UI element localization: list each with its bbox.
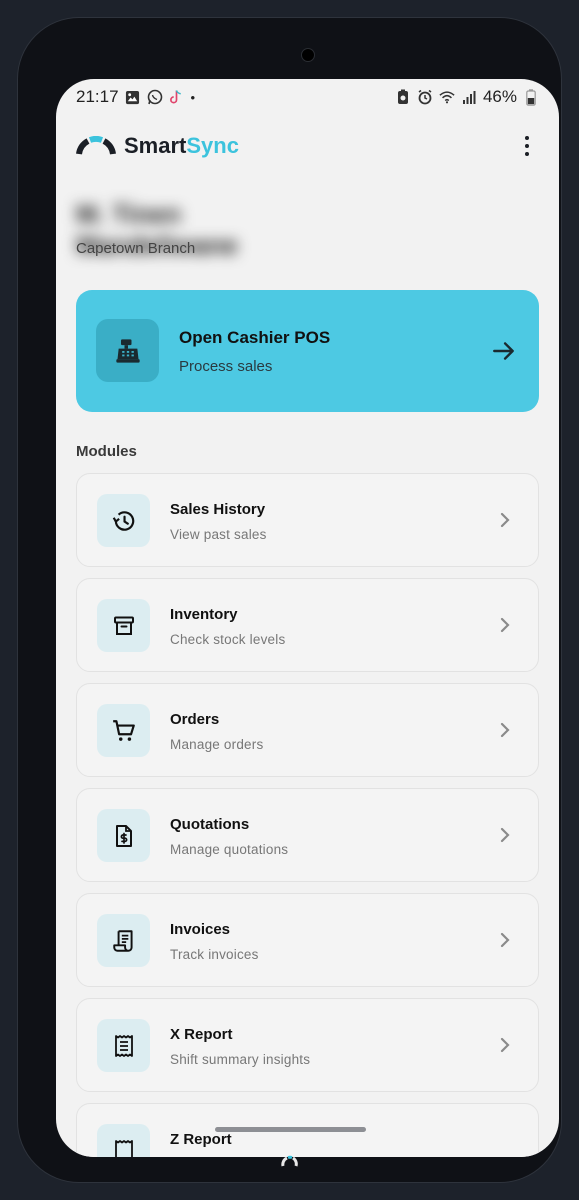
module-title: Inventory <box>170 606 238 623</box>
chevron-right-icon <box>500 827 510 843</box>
app-screen: 21:17 • 46% SmartSync M. Tinen Mandeliwa… <box>56 79 559 1157</box>
signal-icon <box>461 89 477 105</box>
app-header: SmartSync <box>76 129 539 163</box>
more-options-button[interactable] <box>515 134 539 158</box>
battery-icon <box>523 88 539 106</box>
home-indicator[interactable] <box>215 1127 366 1132</box>
open-cashier-pos-card[interactable]: Open Cashier POS Process sales <box>76 290 539 412</box>
smartsync-logo-icon <box>76 136 116 155</box>
battery-saver-icon <box>395 89 411 105</box>
chevron-right-icon <box>500 722 510 738</box>
module-card-sales-history[interactable]: Sales History View past sales <box>76 473 539 567</box>
module-icon-box <box>97 599 150 652</box>
more-vertical-dot <box>525 152 529 156</box>
whatsapp-icon <box>147 89 163 105</box>
receipt-icon <box>112 929 133 952</box>
dollar-document-icon <box>115 824 132 847</box>
device-logo-icon <box>281 1155 298 1167</box>
cash-register-icon <box>115 338 140 363</box>
module-title: Invoices <box>170 921 231 938</box>
brand-name-part2: Sync <box>186 133 239 158</box>
user-name: M. Tinen Mandeliwane <box>76 199 238 260</box>
more-vertical-icon <box>525 136 529 140</box>
history-icon <box>112 510 134 531</box>
chevron-right-icon <box>500 932 510 948</box>
module-subtitle: View past sales <box>170 527 267 542</box>
wifi-icon <box>439 89 455 105</box>
module-subtitle: Track invoices <box>170 947 259 962</box>
chevron-right-icon <box>500 1037 510 1053</box>
report-icon <box>114 1139 133 1157</box>
module-card-inventory[interactable]: Inventory Check stock levels <box>76 578 539 672</box>
module-icon-box <box>97 914 150 967</box>
chevron-right-icon <box>500 512 510 528</box>
more-vertical-dot <box>525 144 529 148</box>
module-subtitle: Manage quotations <box>170 842 289 857</box>
module-title: Orders <box>170 711 220 728</box>
report-icon <box>114 1034 133 1057</box>
status-bar: 21:17 • 46% <box>56 79 559 115</box>
module-card-invoices[interactable]: Invoices Track invoices <box>76 893 539 987</box>
module-card-quotations[interactable]: Quotations Manage quotations <box>76 788 539 882</box>
module-card-orders[interactable]: Orders Manage orders <box>76 683 539 777</box>
module-icon-box <box>97 809 150 862</box>
module-title: X Report <box>170 1026 233 1043</box>
module-title: Quotations <box>170 816 250 833</box>
module-subtitle: Shift summary insights <box>170 1052 311 1067</box>
module-icon-box <box>97 704 150 757</box>
status-dot: • <box>190 89 196 105</box>
module-title: Z Report <box>170 1131 232 1148</box>
alarm-icon <box>417 89 433 105</box>
brand-name-part1: Smart <box>124 133 187 158</box>
module-card-x-report[interactable]: X Report Shift summary insights <box>76 998 539 1092</box>
status-time: 21:17 <box>76 87 119 106</box>
chevron-right-icon <box>500 617 510 633</box>
modules-section-label: Modules <box>76 443 137 460</box>
module-icon-box <box>97 1019 150 1072</box>
module-icon-box <box>97 1124 150 1157</box>
gallery-icon <box>125 89 141 105</box>
module-subtitle: Manage orders <box>170 737 264 752</box>
pos-card-subtitle: Process sales <box>179 358 273 375</box>
front-camera <box>301 48 315 62</box>
cart-icon <box>112 719 135 741</box>
brand-logo: SmartSync <box>76 133 239 159</box>
module-title: Sales History <box>170 501 266 518</box>
pos-card-title: Open Cashier POS <box>179 328 331 347</box>
module-subtitle: Check stock levels <box>170 632 286 647</box>
cash-register-icon-box <box>96 319 159 382</box>
phone-frame: 21:17 • 46% SmartSync M. Tinen Mandeliwa… <box>17 17 562 1183</box>
battery-percent: 46% <box>482 87 517 106</box>
archive-box-icon <box>113 616 134 635</box>
module-icon-box <box>97 494 150 547</box>
tiktok-icon <box>169 89 185 105</box>
arrow-right-icon <box>493 342 514 360</box>
branch-name: Capetown Branch <box>76 240 196 257</box>
